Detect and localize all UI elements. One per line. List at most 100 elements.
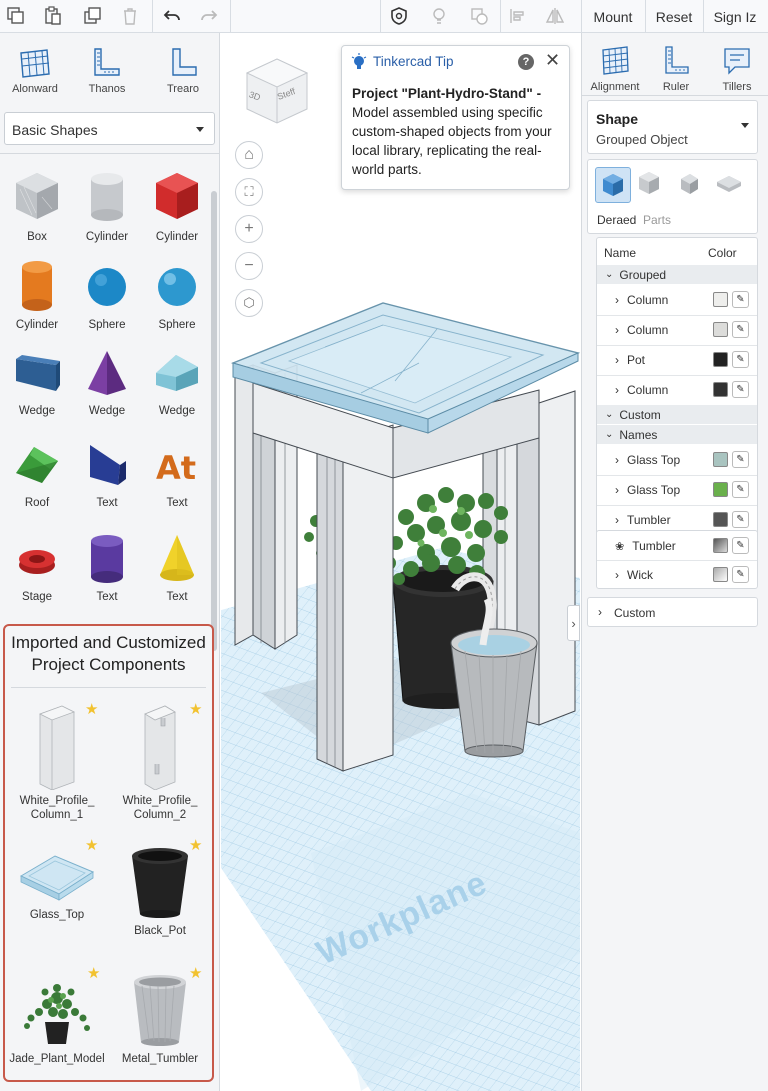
pencil-icon[interactable]: ✎	[732, 451, 749, 468]
shape-text-3[interactable]: Text	[72, 531, 142, 603]
tree-group-names[interactable]: ⌄ Names	[597, 425, 757, 444]
component-black-pot[interactable]: Black_Pot	[110, 844, 210, 938]
color-swatch[interactable]	[713, 538, 728, 553]
tool-thanos[interactable]: Thanos	[72, 47, 142, 95]
pencil-icon[interactable]: ✎	[732, 537, 749, 554]
pencil-icon[interactable]: ✎	[732, 566, 749, 583]
tab-deraed[interactable]	[595, 167, 631, 203]
component-glass-top[interactable]: Glass_Top	[7, 848, 107, 922]
mirror-icon[interactable]	[542, 3, 568, 29]
redo-icon[interactable]	[196, 3, 222, 29]
shape-sphere-2[interactable]: Sphere	[142, 259, 212, 331]
view-hole-cube[interactable]	[676, 170, 702, 201]
shape-text-1[interactable]: Text	[72, 437, 142, 509]
color-swatch[interactable]	[713, 567, 728, 582]
shapes-scrollbar[interactable]	[211, 191, 217, 651]
plant-icon	[24, 984, 90, 1044]
workplane-canvas[interactable]: Workplane 3D Steff ⌂ ⛶ + − ⬡ ›	[221, 33, 580, 1091]
shape-text-2[interactable]: At Text	[142, 437, 212, 509]
dropdown-value: Basic Shapes	[12, 122, 98, 138]
shape-stage[interactable]: Stage	[2, 531, 72, 603]
left-panel: Alonward Thanos Trearo Basic Shapes Box …	[0, 33, 220, 1091]
shape-cylinder-orange[interactable]: Cylinder	[2, 259, 72, 331]
component-label: Column_1	[30, 809, 84, 821]
tree-item-column-3[interactable]: › Column ✎	[597, 377, 757, 403]
shape-wedge-2[interactable]: Wedge	[72, 347, 142, 417]
shape-wedge-3[interactable]: Wedge	[142, 347, 212, 417]
shape-roof[interactable]: Roof	[2, 437, 72, 509]
star-icon[interactable]: ★	[189, 964, 202, 982]
shape-sphere-1[interactable]: Sphere	[72, 259, 142, 331]
undo-icon[interactable]	[159, 3, 185, 29]
star-icon[interactable]: ★	[85, 836, 98, 854]
pencil-icon[interactable]: ✎	[732, 481, 749, 498]
component-jade-plant-model[interactable]: Jade_Plant_Model	[7, 974, 107, 1066]
tree-item-wick[interactable]: › Wick ✎	[597, 562, 757, 588]
duplicate-icon[interactable]	[80, 3, 106, 29]
pencil-icon[interactable]: ✎	[732, 351, 749, 368]
component-label: Jade_Plant_Model	[9, 1053, 105, 1065]
tree-item-tumbler-extra[interactable]: ❀ Tumbler ✎	[597, 533, 757, 559]
ruler-tool[interactable]: Ruler	[646, 45, 706, 93]
shape-library-dropdown[interactable]: Basic Shapes	[4, 112, 215, 145]
pencil-icon[interactable]: ✎	[732, 291, 749, 308]
shape-cylinder-red[interactable]: Cylinder	[142, 169, 212, 243]
shape-text-4[interactable]: Text	[142, 531, 212, 603]
star-icon[interactable]: ★	[87, 964, 100, 982]
view-solid-cube[interactable]	[636, 170, 662, 201]
color-swatch[interactable]	[713, 292, 728, 307]
tree-group-custom[interactable]: ⌄ Custom	[597, 405, 757, 424]
shape-inspector[interactable]: Shape Grouped Object	[587, 100, 758, 154]
shape-label: Sphere	[88, 319, 126, 331]
tree-item-glass-top-1[interactable]: › Glass Top ✎	[597, 447, 757, 473]
tree-item-column-2[interactable]: › Column ✎	[597, 317, 757, 343]
sign-in-button[interactable]: Sign Iz	[704, 0, 766, 33]
tree-item-column-1[interactable]: › Column ✎	[597, 287, 757, 313]
copy-icon[interactable]	[3, 3, 29, 29]
plant-hydro-stand-model[interactable]	[221, 33, 580, 1091]
chevron-right-icon: ›	[615, 513, 619, 527]
tool-trearo[interactable]: Trearo	[148, 47, 218, 95]
close-icon[interactable]: ✕	[545, 50, 560, 71]
tree-item-glass-top-2[interactable]: › Glass Top ✎	[597, 477, 757, 503]
chevron-down-icon[interactable]	[741, 123, 749, 128]
color-swatch[interactable]	[713, 352, 728, 367]
color-swatch[interactable]	[713, 482, 728, 497]
pencil-icon[interactable]: ✎	[732, 321, 749, 338]
star-icon[interactable]: ★	[85, 700, 98, 718]
component-white-profile-column-1[interactable]: White_Profile_ Column_1	[7, 704, 107, 822]
mount-button[interactable]: Mount	[582, 0, 644, 33]
tillers-tool[interactable]: Tillers	[707, 45, 767, 93]
help-icon[interactable]: ?	[518, 54, 534, 70]
component-metal-tumbler[interactable]: Metal_Tumbler	[110, 972, 210, 1066]
tab-parts-label[interactable]: Parts	[643, 213, 671, 227]
tab-deraed-label[interactable]: Deraed	[597, 213, 636, 227]
star-icon[interactable]: ★	[189, 700, 202, 718]
component-white-profile-column-2[interactable]: White_Profile_ Column_2	[110, 704, 210, 822]
shape-label: Text	[166, 591, 188, 603]
collapse-panel-button[interactable]: ›	[567, 605, 580, 641]
note-icon[interactable]	[466, 3, 492, 29]
shape-cylinder-gray[interactable]: Cylinder	[72, 169, 142, 243]
paste-icon[interactable]	[40, 3, 66, 29]
pencil-icon[interactable]: ✎	[732, 381, 749, 398]
tool-alonward[interactable]: Alonward	[0, 47, 70, 95]
view-flat-cube[interactable]	[714, 170, 744, 201]
reset-button[interactable]: Reset	[646, 0, 702, 33]
shape-box[interactable]: Box	[2, 169, 72, 243]
pencil-icon[interactable]: ✎	[732, 511, 749, 528]
color-swatch[interactable]	[713, 382, 728, 397]
trash-icon[interactable]	[117, 3, 143, 29]
color-swatch[interactable]	[713, 322, 728, 337]
color-swatch[interactable]	[713, 452, 728, 467]
align-icon[interactable]	[505, 3, 531, 29]
tree-item-pot[interactable]: › Pot ✎	[597, 347, 757, 373]
color-swatch[interactable]	[713, 512, 728, 527]
alignment-tool[interactable]: Alignment	[585, 45, 645, 93]
lightbulb-icon[interactable]	[426, 3, 452, 29]
tree-group-grouped[interactable]: ⌄ Grouped	[597, 265, 757, 284]
shape-wedge-1[interactable]: Wedge	[2, 347, 72, 417]
shield-icon[interactable]	[386, 3, 412, 29]
custom-footer-panel[interactable]: › Custom	[587, 597, 758, 627]
star-icon[interactable]: ★	[189, 836, 202, 854]
